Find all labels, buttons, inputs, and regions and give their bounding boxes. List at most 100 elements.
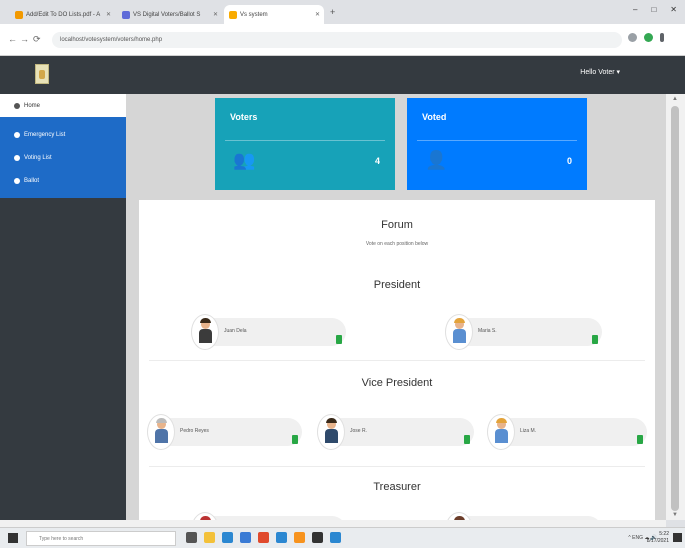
section-title-treasurer: Treasurer — [373, 481, 421, 493]
bookmark-star-icon[interactable] — [628, 33, 637, 42]
browser-tab-1[interactable]: Add/Edit To DO Lists.pdf - A ✕ — [10, 5, 115, 24]
avatar-hair — [496, 418, 507, 423]
sidebar-item-home[interactable]: Home — [0, 94, 126, 117]
close-window-icon[interactable]: ✕ — [670, 5, 677, 14]
close-icon[interactable]: ✕ — [315, 11, 320, 18]
avatar-body — [199, 329, 212, 343]
candidate-card[interactable]: Juan Dela — [191, 314, 346, 350]
clock-time: 5:22 — [659, 531, 669, 537]
avatar — [445, 512, 473, 520]
candidate-name: Liza M. — [520, 428, 537, 434]
scroll-up-icon[interactable]: ▲ — [672, 96, 678, 102]
list-icon — [14, 131, 20, 138]
avatar — [191, 314, 219, 350]
vote-button[interactable] — [292, 435, 298, 444]
vote-button[interactable] — [592, 335, 598, 344]
section-divider — [149, 360, 645, 361]
avatar — [317, 414, 345, 450]
avatar-body — [453, 329, 466, 343]
avatar-hair — [200, 318, 211, 323]
browser-tab-2-label: VS Digital Voters/Ballot S — [133, 11, 201, 18]
candidate-card[interactable]: Pedro Reyes — [147, 414, 302, 450]
address-bar: ← → ⟳ localhost/votesystem/voters/home.p… — [0, 24, 685, 56]
ballot-icon — [14, 177, 20, 184]
windows-start-icon[interactable] — [8, 533, 18, 543]
sidebar: Home Emergency List Voting List Ballot — [0, 94, 126, 520]
taskbar-search-input[interactable]: Type here to search — [26, 531, 176, 546]
sidebar-item-voting-list[interactable]: Voting List — [0, 146, 126, 169]
scroll-thumb[interactable] — [671, 106, 679, 511]
vscode-icon[interactable] — [330, 532, 341, 543]
clock[interactable]: 5:22 8/17/2021 — [647, 531, 669, 545]
voted-card-title: Voted — [422, 112, 447, 122]
scroll-down-icon[interactable]: ▼ — [672, 512, 678, 518]
avatar-body — [155, 429, 168, 443]
users-icon: 👥 — [233, 150, 256, 170]
vote-button[interactable] — [464, 435, 470, 444]
voters-count: 4 — [374, 156, 380, 166]
panel-subtitle: Vote on each position below — [365, 241, 429, 247]
sidebar-item-label: Ballot — [24, 177, 40, 184]
avatar — [191, 512, 219, 520]
browser-tab-1-label: Add/Edit To DO Lists.pdf - A — [26, 11, 101, 18]
chrome-icon[interactable] — [258, 532, 269, 543]
extension-icon[interactable] — [644, 33, 653, 42]
avatar-hair — [454, 318, 465, 323]
notification-icon[interactable] — [673, 533, 682, 542]
avatar-body — [495, 429, 508, 443]
pdf-favicon-icon — [15, 10, 23, 19]
avatar-hair — [156, 418, 167, 423]
close-icon[interactable]: ✕ — [106, 11, 111, 18]
reload-icon[interactable]: ⟳ — [33, 34, 41, 45]
vote-button[interactable] — [637, 435, 643, 444]
horizontal-scrollbar[interactable] — [0, 520, 666, 527]
list-icon — [14, 154, 20, 161]
browser-menu-icon[interactable] — [660, 33, 664, 42]
sidebar-item-label: Emergency List — [24, 131, 66, 138]
candidate-card[interactable]: Liza M. — [487, 414, 647, 450]
task-view-icon[interactable] — [186, 532, 197, 543]
vertical-scrollbar[interactable]: ▲ ▼ — [666, 94, 685, 520]
browser-tab-2[interactable]: VS Digital Voters/Ballot S ✕ — [117, 5, 222, 24]
sidebar-item-label: Home — [24, 102, 41, 109]
mail-icon[interactable] — [276, 532, 287, 543]
user-menu[interactable]: Hello Voter ▾ — [580, 68, 620, 76]
new-tab-button[interactable]: + — [330, 7, 335, 17]
panel-title: Forum — [381, 219, 413, 231]
file-explorer-icon[interactable] — [204, 532, 215, 543]
maximize-icon[interactable]: □ — [651, 5, 656, 14]
app-header: Hello Voter ▾ — [0, 56, 685, 94]
url-text: localhost/votesystem/voters/home.php — [60, 37, 163, 43]
card-divider — [417, 140, 577, 141]
doc-favicon-icon — [122, 10, 130, 19]
user-icon: 👤 — [425, 150, 448, 170]
store-icon[interactable] — [240, 532, 251, 543]
section-title-president: President — [373, 279, 421, 291]
xampp-icon[interactable] — [294, 532, 305, 543]
edge-icon[interactable] — [222, 532, 233, 543]
candidate-card[interactable]: Jose R. — [317, 414, 474, 450]
card-divider — [225, 140, 385, 141]
minimize-icon[interactable]: – — [633, 5, 637, 14]
voters-card: Voters 👥 4 — [215, 98, 395, 190]
home-icon — [14, 102, 20, 109]
forward-icon[interactable]: → — [20, 34, 29, 44]
back-icon[interactable]: ← — [8, 34, 17, 44]
avatar — [147, 414, 175, 450]
window-controls: – □ ✕ — [633, 5, 677, 14]
close-icon[interactable]: ✕ — [213, 11, 218, 18]
section-divider — [149, 466, 645, 467]
section-title-vice-president: Vice President — [361, 377, 433, 389]
browser-tab-3[interactable]: Vs system ✕ — [224, 5, 324, 24]
voted-card: Voted 👤 0 — [407, 98, 587, 190]
url-input[interactable]: localhost/votesystem/voters/home.php — [52, 32, 622, 48]
terminal-icon[interactable] — [312, 532, 323, 543]
candidate-name: Pedro Reyes — [180, 428, 209, 434]
ballot-panel: Forum Vote on each position below Presid… — [139, 200, 655, 520]
candidate-card[interactable]: Maria S. — [445, 314, 602, 350]
browser-tab-bar: Add/Edit To DO Lists.pdf - A ✕ VS Digita… — [0, 0, 685, 24]
search-placeholder: Type here to search — [39, 535, 84, 542]
sidebar-item-ballot[interactable]: Ballot — [0, 169, 126, 192]
vote-button[interactable] — [336, 335, 342, 344]
sidebar-item-emergency-list[interactable]: Emergency List — [0, 123, 126, 146]
